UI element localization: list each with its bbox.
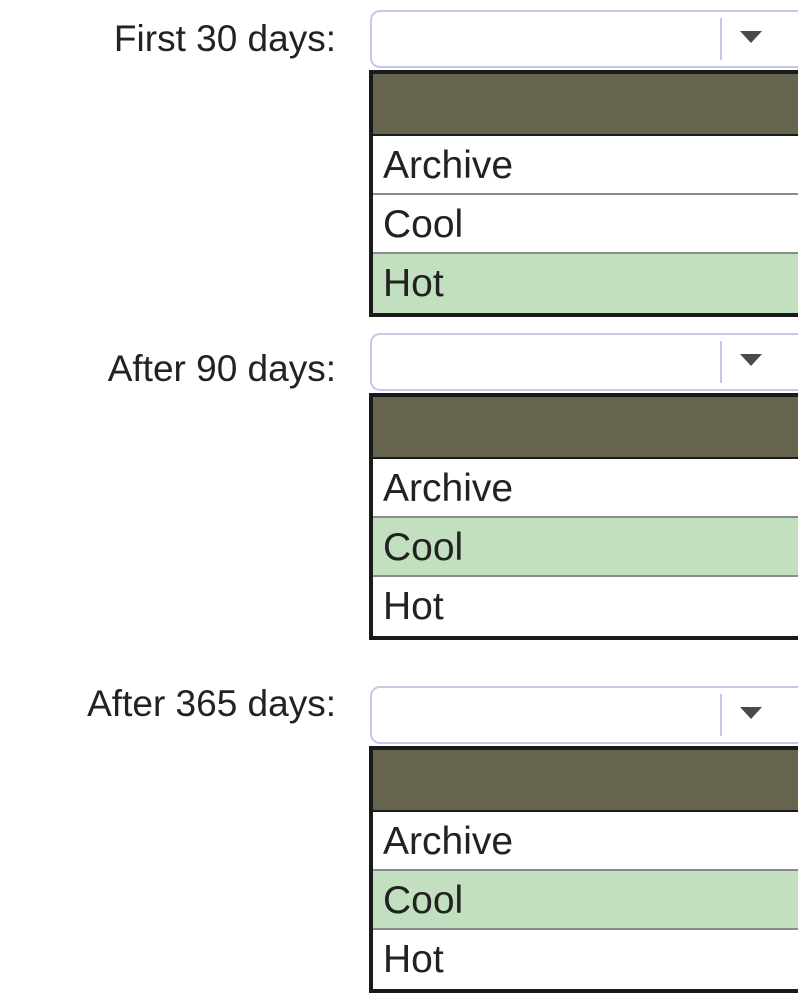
option-archive[interactable]: Archive <box>373 812 798 871</box>
first-30-days-dropdown-list: Archive Cool Hot <box>369 70 798 317</box>
after-90-days-dropdown-list: Archive Cool Hot <box>369 393 798 640</box>
dropdown-header <box>373 397 798 459</box>
after-365-days-select[interactable] <box>370 686 798 744</box>
after-90-days-select[interactable] <box>370 333 798 391</box>
after-365-days-dropdown-list: Archive Cool Hot <box>369 746 798 993</box>
option-cool[interactable]: Cool <box>373 518 798 577</box>
select-divider <box>720 341 722 383</box>
option-hot[interactable]: Hot <box>373 254 798 313</box>
chevron-down-icon[interactable] <box>740 354 762 366</box>
first-30-days-label: First 30 days: <box>113 18 336 59</box>
select-divider <box>720 18 722 60</box>
option-cool[interactable]: Cool <box>373 871 798 930</box>
option-hot[interactable]: Hot <box>373 577 798 636</box>
option-archive[interactable]: Archive <box>373 459 798 518</box>
dropdown-header <box>373 750 798 812</box>
option-archive[interactable]: Archive <box>373 136 798 195</box>
after-365-days-label: After 365 days: <box>87 683 336 724</box>
chevron-down-icon[interactable] <box>740 31 762 43</box>
option-cool[interactable]: Cool <box>373 195 798 254</box>
select-divider <box>720 694 722 736</box>
option-hot[interactable]: Hot <box>373 930 798 989</box>
first-30-days-select[interactable] <box>370 10 798 68</box>
after-90-days-label: After 90 days: <box>107 348 336 389</box>
chevron-down-icon[interactable] <box>740 707 762 719</box>
dropdown-header <box>373 74 798 136</box>
